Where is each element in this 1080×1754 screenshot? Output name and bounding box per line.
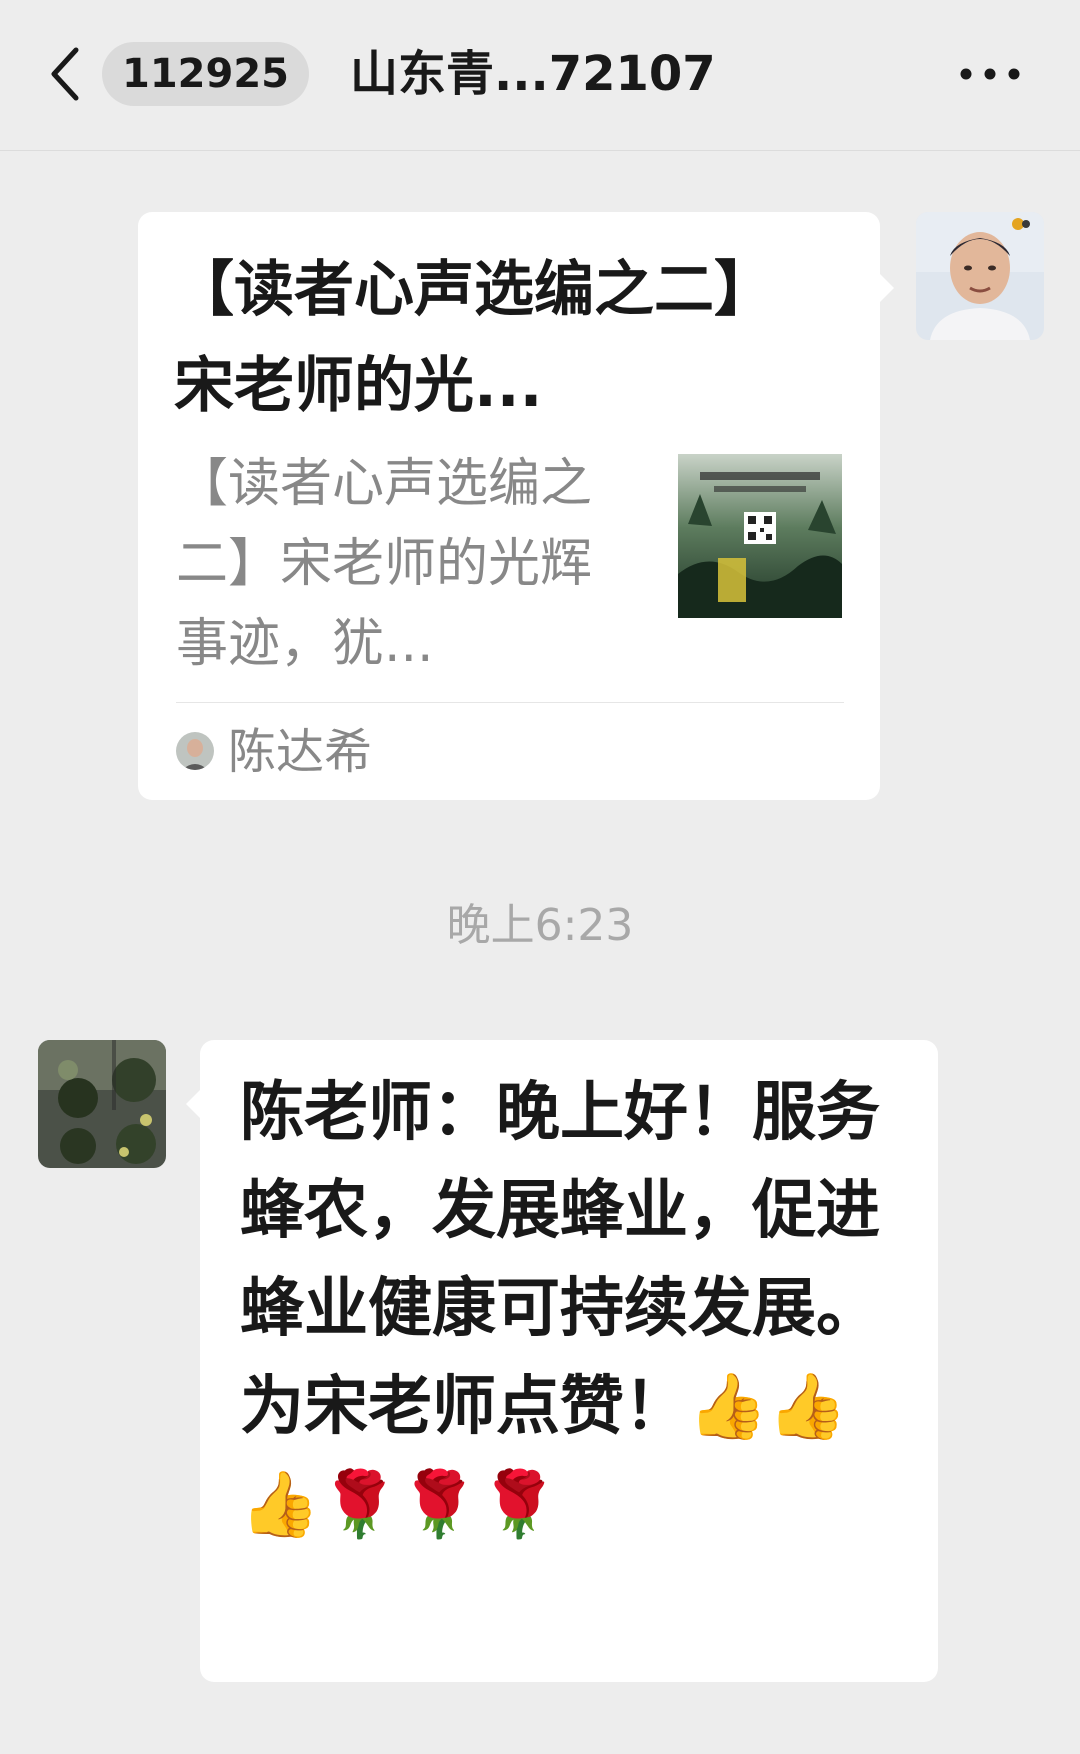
- bubble-tail: [880, 274, 894, 302]
- article-title: 【读者心声选编之二】宋老师的光...: [174, 255, 774, 421]
- article-thumbnail: [678, 454, 842, 618]
- chat-title[interactable]: 山东青...72107: [350, 40, 716, 108]
- card-divider: [176, 702, 844, 703]
- message-text: 陈老师：晚上好！服务蜂农，发展蜂业，促进蜂业健康可持续发展。为宋老师点赞！👍👍👍…: [240, 1076, 880, 1542]
- chevron-left-icon[interactable]: [46, 44, 86, 104]
- self-avatar[interactable]: [916, 212, 1044, 340]
- unread-count-badge[interactable]: 112925: [102, 42, 309, 106]
- sender-avatar[interactable]: [38, 1040, 166, 1168]
- chat-header: 112925 山东青...72107: [0, 0, 1080, 151]
- more-dots-icon[interactable]: [958, 62, 1022, 86]
- bubble-tail: [186, 1090, 200, 1118]
- article-description: 【读者心声选编之二】宋老师的光辉事迹，犹...: [176, 454, 593, 674]
- message-timestamp: 晚上6:23: [446, 900, 634, 951]
- source-avatar: [176, 732, 214, 770]
- article-card[interactable]: 【读者心声选编之二】宋老师的光... 【读者心声选编之二】宋老师的光辉事迹，犹.…: [138, 212, 894, 800]
- source-name: 陈达希: [228, 724, 373, 780]
- text-message-bubble[interactable]: 陈老师：晚上好！服务蜂农，发展蜂业，促进蜂业健康可持续发展。为宋老师点赞！👍👍👍…: [186, 1040, 938, 1682]
